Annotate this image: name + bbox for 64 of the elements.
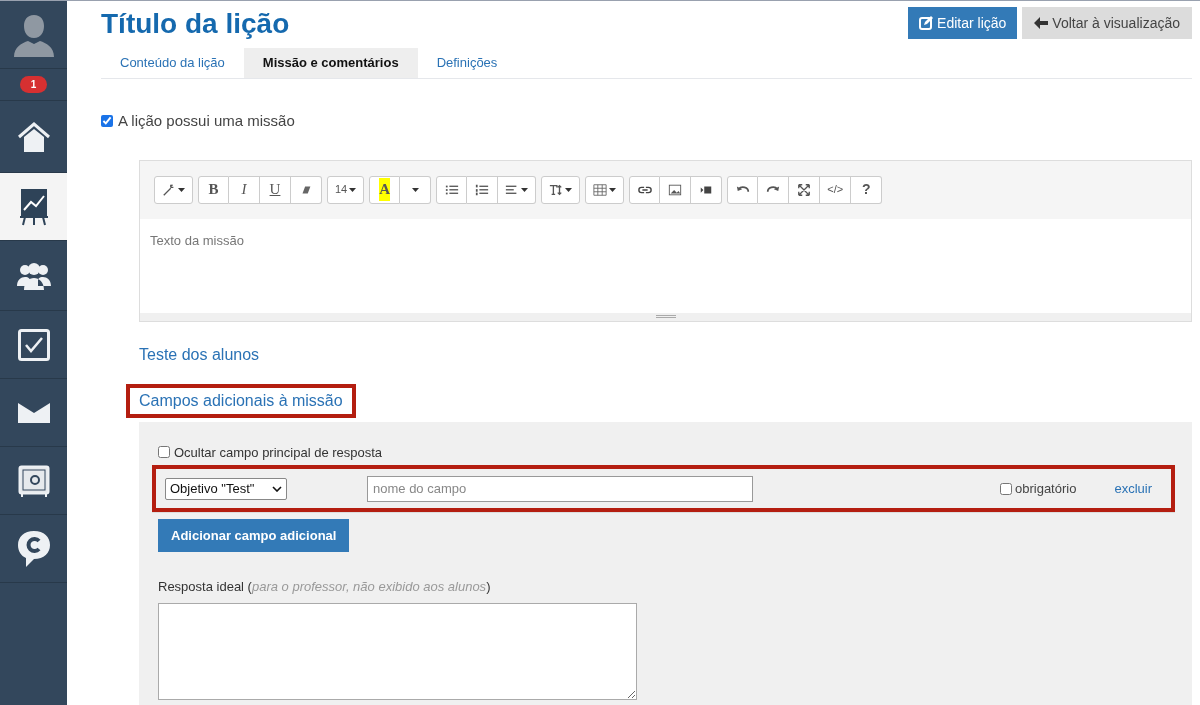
magic-wand-icon [162, 182, 176, 197]
required-checkbox[interactable] [1000, 482, 1012, 495]
hide-main-checkbox[interactable] [158, 446, 170, 459]
caret-icon [349, 187, 357, 192]
toolbar-button[interactable] [154, 175, 193, 204]
caret-icon [411, 187, 419, 192]
caret-icon [521, 187, 529, 192]
avatar-icon [13, 12, 54, 57]
home-icon [16, 120, 51, 153]
people-icon [16, 261, 51, 290]
mission-checkbox-label: A lição possui uma missão [118, 111, 295, 131]
chat-logo-icon [17, 530, 50, 567]
checkbox-icon [17, 328, 50, 361]
toolbar-button[interactable] [727, 175, 759, 204]
toolbar-button[interactable]: ? [851, 175, 883, 204]
field-type-dropdown[interactable]: Objetivo "Test" [165, 477, 287, 500]
tab[interactable]: Definições [417, 48, 517, 78]
sidebar-item[interactable] [0, 173, 67, 241]
toolbar-button[interactable]: I [229, 175, 260, 204]
caret-icon [609, 187, 617, 192]
add-field-button[interactable]: Adicionar campo adicional [158, 519, 350, 552]
toolbar-button[interactable]: </> [820, 175, 852, 204]
required-label: obrigatório [1015, 479, 1077, 498]
fullscreen-icon [797, 182, 812, 197]
toolbar-button[interactable] [691, 175, 723, 204]
edit-icon [919, 16, 934, 30]
toolbar-button[interactable] [629, 175, 661, 204]
mail-icon [17, 402, 50, 423]
table-icon [593, 182, 608, 197]
safe-icon [17, 464, 50, 497]
chevron-down-icon [272, 485, 282, 492]
tab[interactable]: Missão e comentários [243, 48, 418, 78]
edit-button[interactable]: Editar lição [908, 7, 1018, 39]
ideal-answer-field[interactable] [158, 602, 637, 700]
chart-board-icon [19, 187, 48, 226]
text-height-icon [549, 182, 564, 197]
image-icon [668, 182, 683, 197]
field-name-input[interactable]: nome do campo [367, 475, 753, 502]
toolbar-button[interactable] [291, 175, 322, 204]
numbered-list-icon [475, 182, 490, 197]
section-link[interactable]: Campos adicionais à missão [139, 391, 343, 409]
resize-handle[interactable] [140, 312, 1191, 321]
toolbar-button[interactable] [789, 175, 821, 204]
back-button[interactable]: Voltar à visualização [1022, 7, 1192, 39]
ideal-answer-label: Resposta ideal (para o professor, não exibido aos alunos) [158, 578, 492, 596]
toolbar-button[interactable]: U [260, 175, 291, 204]
notification-badge[interactable]: 1 [19, 76, 48, 93]
arrow-left-icon [1034, 17, 1049, 29]
hide-main-label: Ocultar campo principal de resposta [174, 443, 383, 462]
tab[interactable]: Conteúdo da lição [101, 48, 244, 78]
toolbar-button[interactable]: 14 [327, 175, 365, 204]
toolbar-button[interactable]: B [198, 175, 229, 204]
student-test-link[interactable]: Teste dos alunos [139, 345, 260, 363]
caret-icon [178, 187, 185, 192]
toolbar-button[interactable] [436, 175, 468, 204]
caret-icon [565, 187, 573, 192]
delete-link[interactable]: excluir [1114, 478, 1152, 499]
page-title: Título da lição [101, 7, 290, 41]
toolbar-button[interactable]: A [369, 175, 401, 204]
toolbar-button[interactable] [541, 175, 581, 204]
toolbar-button[interactable] [498, 175, 537, 204]
toolbar-button[interactable] [758, 175, 790, 204]
toolbar-button[interactable] [467, 175, 499, 204]
mission-checkbox[interactable] [101, 115, 113, 128]
